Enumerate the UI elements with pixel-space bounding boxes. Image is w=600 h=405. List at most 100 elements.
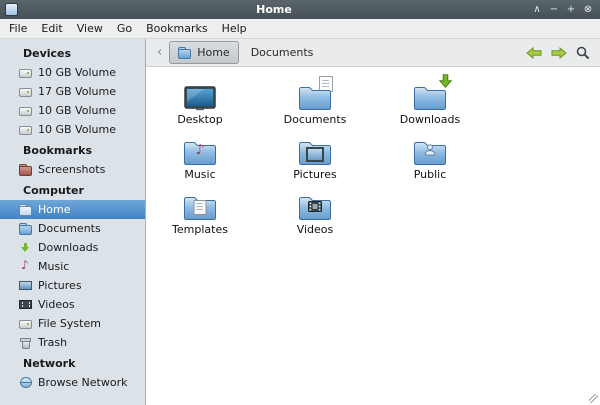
menu-view[interactable]: View: [70, 20, 110, 37]
maximize-button[interactable]: +: [564, 3, 578, 17]
file-label: Pictures: [293, 168, 337, 181]
sidebar-item-volume-1[interactable]: 10 GB Volume: [0, 63, 145, 82]
documents-folder-icon: [19, 223, 32, 235]
sidebar-item-browse-network[interactable]: Browse Network: [0, 373, 145, 392]
search-icon[interactable]: [573, 46, 593, 60]
template-emblem-icon: [194, 200, 207, 215]
resize-grip[interactable]: [589, 394, 598, 403]
sidebar-header-computer: Computer: [0, 179, 145, 200]
sidebar-item-label: Videos: [38, 298, 75, 311]
videos-folder-icon: [296, 191, 334, 221]
menu-bookmarks[interactable]: Bookmarks: [139, 20, 214, 37]
folder-icon: [178, 47, 191, 59]
window-controls: ∧ − + ⊗: [530, 3, 595, 17]
sidebar-item-downloads[interactable]: Downloads: [0, 238, 145, 257]
sidebar-header-devices: Devices: [0, 42, 145, 63]
sidebar-item-label: 10 GB Volume: [38, 66, 116, 79]
file-item-desktop[interactable]: Desktop: [155, 81, 245, 136]
sidebar-item-label: 10 GB Volume: [38, 123, 116, 136]
sidebar-item-music[interactable]: Music: [0, 257, 145, 276]
home-folder-icon: [19, 204, 32, 216]
file-item-videos[interactable]: Videos: [270, 191, 360, 246]
network-globe-icon: [19, 377, 32, 389]
sidebar-item-label: Screenshots: [38, 163, 105, 176]
app-logo-icon: [5, 3, 18, 16]
music-folder-icon: [181, 136, 219, 166]
sidebar-item-label: 17 GB Volume: [38, 85, 116, 98]
folder-icon: [19, 164, 32, 176]
sidebar-item-pictures[interactable]: Pictures: [0, 276, 145, 295]
window-title: Home: [18, 3, 530, 16]
music-note-icon: [181, 142, 219, 158]
sidebar-item-label: Trash: [38, 336, 67, 349]
documents-folder-icon: [296, 81, 334, 111]
sidebar-item-volume-3[interactable]: 10 GB Volume: [0, 101, 145, 120]
file-item-downloads[interactable]: Downloads: [385, 81, 475, 136]
downloads-folder-icon: [411, 81, 449, 111]
menu-help[interactable]: Help: [215, 20, 254, 37]
drive-icon: [19, 105, 32, 117]
sidebar-item-label: Documents: [38, 222, 101, 235]
icon-grid: Desktop Documents: [155, 81, 600, 246]
sidebar-header-network: Network: [0, 352, 145, 373]
sidebar-item-volume-4[interactable]: 10 GB Volume: [0, 120, 145, 139]
sidebar-item-label: File System: [38, 317, 101, 330]
close-button[interactable]: ⊗: [581, 3, 595, 17]
file-item-music[interactable]: Music: [155, 136, 245, 191]
sidebar-item-home[interactable]: Home: [0, 200, 145, 219]
sidebar-item-volume-2[interactable]: 17 GB Volume: [0, 82, 145, 101]
minimize-button[interactable]: −: [547, 3, 561, 17]
file-item-public[interactable]: Public: [385, 136, 475, 191]
nav-forward-arrow-icon[interactable]: [548, 47, 570, 59]
film-icon: [19, 299, 32, 311]
sidebar-item-label: Downloads: [38, 241, 98, 254]
file-item-templates[interactable]: Templates: [155, 191, 245, 246]
right-pane: ‹ Home Documents: [146, 39, 600, 405]
drive-icon: [19, 67, 32, 79]
film-emblem-icon: [308, 201, 322, 212]
sidebar-item-label: Home: [38, 203, 70, 216]
path-button-label: Documents: [251, 46, 314, 59]
nav-back-arrow-icon[interactable]: [523, 47, 545, 59]
file-label: Videos: [297, 223, 334, 236]
path-button-label: Home: [197, 46, 229, 59]
file-label: Documents: [284, 113, 347, 126]
main-area: Devices 10 GB Volume 17 GB Volume 10 GB …: [0, 39, 600, 405]
public-folder-icon: [411, 136, 449, 166]
sidebar-item-documents[interactable]: Documents: [0, 219, 145, 238]
sidebar-item-label: Pictures: [38, 279, 82, 292]
menu-go[interactable]: Go: [110, 20, 139, 37]
sidebar-item-screenshots[interactable]: Screenshots: [0, 160, 145, 179]
sidebar-header-bookmarks: Bookmarks: [0, 139, 145, 160]
file-view[interactable]: Desktop Documents: [146, 67, 600, 405]
templates-folder-icon: [181, 191, 219, 221]
drive-icon: [19, 86, 32, 98]
file-label: Templates: [172, 223, 228, 236]
sidebar-item-label: Music: [38, 260, 69, 273]
sidebar-item-label: 10 GB Volume: [38, 104, 116, 117]
path-button-documents[interactable]: Documents: [242, 41, 323, 64]
file-label: Desktop: [177, 113, 222, 126]
titlebar[interactable]: Home ∧ − + ⊗: [0, 0, 600, 19]
drive-icon: [19, 124, 32, 136]
path-button-home[interactable]: Home: [169, 41, 238, 64]
pictures-folder-icon: [296, 136, 334, 166]
file-item-documents[interactable]: Documents: [270, 81, 360, 136]
sidebar-item-file-system[interactable]: File System: [0, 314, 145, 333]
trash-icon: [19, 337, 32, 349]
file-label: Downloads: [400, 113, 460, 126]
file-item-pictures[interactable]: Pictures: [270, 136, 360, 191]
sidebar-item-trash[interactable]: Trash: [0, 333, 145, 352]
file-label: Public: [414, 168, 447, 181]
shade-button[interactable]: ∧: [530, 3, 544, 17]
drive-icon: [19, 318, 32, 330]
path-toolbar: ‹ Home Documents: [146, 39, 600, 67]
file-label: Music: [184, 168, 215, 181]
sidebar-item-label: Browse Network: [38, 376, 127, 389]
photo-icon: [19, 280, 32, 292]
menu-file[interactable]: File: [2, 20, 34, 37]
path-scroll-left-button[interactable]: ‹: [153, 45, 166, 60]
menu-edit[interactable]: Edit: [34, 20, 69, 37]
desktop-icon: [181, 81, 219, 111]
sidebar-item-videos[interactable]: Videos: [0, 295, 145, 314]
